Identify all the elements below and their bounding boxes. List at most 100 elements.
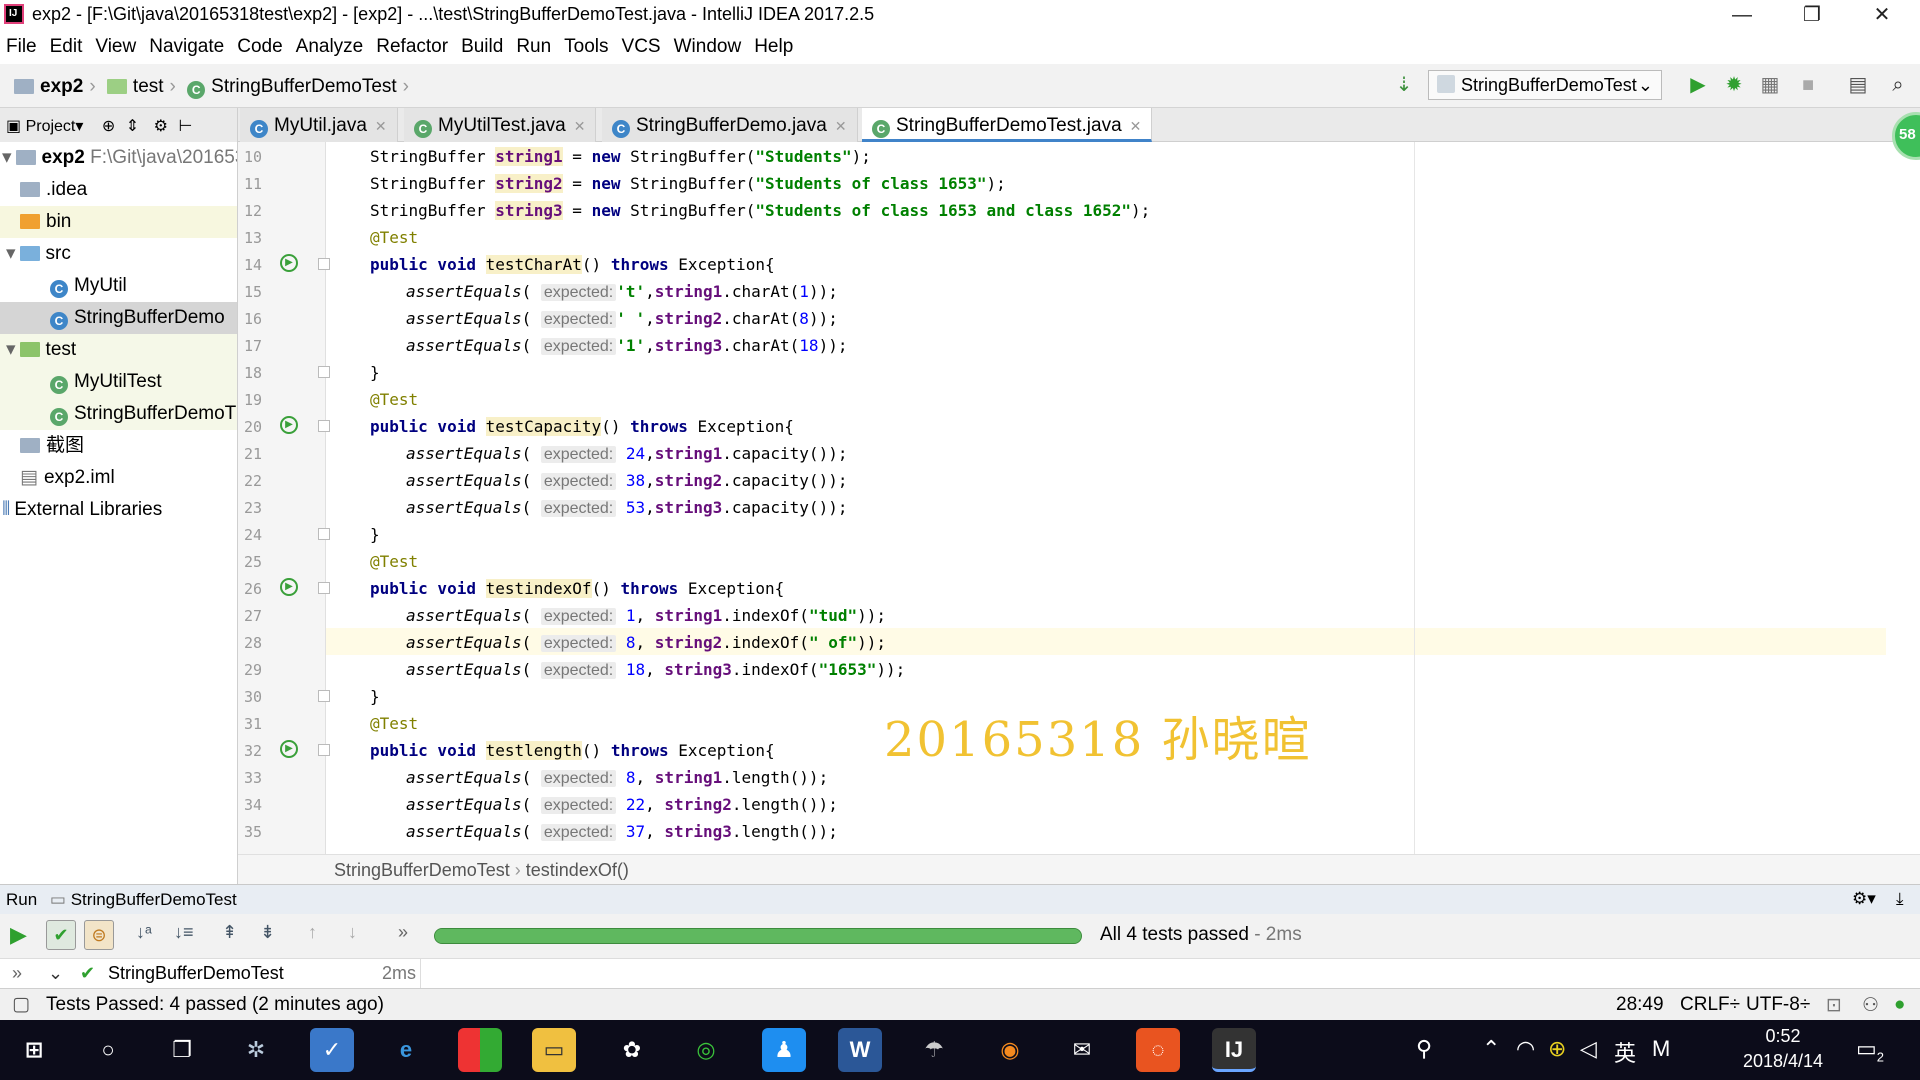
menu-run[interactable]: Run xyxy=(516,36,551,58)
line-separator[interactable]: CRLF÷ xyxy=(1680,994,1740,1016)
tree-item-idea[interactable]: .idea xyxy=(0,174,237,206)
menu-view[interactable]: View xyxy=(95,36,136,58)
chevron-down-icon[interactable]: ⌄ xyxy=(48,963,63,984)
system-clock[interactable]: 0:52 2018/4/14 xyxy=(1728,1024,1838,1074)
tree-item-myutiltest[interactable]: C MyUtilTest xyxy=(0,366,237,398)
people-icon[interactable]: ⚲ xyxy=(1416,1036,1432,1062)
run-configuration-select[interactable]: StringBufferDemoTest ⌄ xyxy=(1428,70,1662,100)
network-app-icon[interactable]: ✿ xyxy=(610,1028,654,1072)
inspector-icon[interactable]: ⚇ xyxy=(1862,994,1879,1017)
hide-panel-icon[interactable]: ⤓ xyxy=(1896,889,1904,909)
restore-button[interactable]: ❐ xyxy=(1782,0,1842,30)
tab-myutil[interactable]: C MyUtil.java ✕ xyxy=(240,108,398,142)
menu-analyze[interactable]: Analyze xyxy=(296,36,364,58)
tree-item-external-libraries[interactable]: ⦀ External Libraries xyxy=(0,494,237,526)
tree-item-stringbufferdemotest[interactable]: C StringBufferDemoT xyxy=(0,398,237,430)
previous-failed-icon[interactable]: ↑ xyxy=(308,922,317,943)
word-icon[interactable]: W xyxy=(838,1028,882,1072)
collapse-icon[interactable]: ⇕ xyxy=(126,118,139,135)
tree-item-iml[interactable]: ▤ exp2.iml xyxy=(0,462,237,494)
mail-icon[interactable]: ✉ xyxy=(1060,1028,1104,1072)
event-log-icon[interactable]: ● xyxy=(1894,994,1905,1016)
edge-browser-icon[interactable]: e xyxy=(384,1028,428,1072)
tab-stringbufferdemo[interactable]: C StringBufferDemo.java ✕ xyxy=(602,108,858,142)
lock-icon[interactable]: ⊡ xyxy=(1826,994,1842,1017)
chevron-up-icon[interactable]: ⌃ xyxy=(1482,1036,1500,1062)
tree-item-src[interactable]: ▾ src xyxy=(0,238,237,270)
qq-icon[interactable]: ♟ xyxy=(762,1028,806,1072)
ime-indicator[interactable]: 英 xyxy=(1614,1036,1636,1068)
collapse-all-icon[interactable]: ⇟ xyxy=(260,922,275,943)
crumb-project[interactable]: exp2 xyxy=(40,76,83,97)
menu-edit[interactable]: Edit xyxy=(50,36,83,58)
next-failed-icon[interactable]: ↓ xyxy=(348,922,357,943)
run-test-gutter-icon[interactable]: ▶ xyxy=(280,254,298,272)
run-test-gutter-icon[interactable]: ▶ xyxy=(280,416,298,434)
close-tab-icon[interactable]: ✕ xyxy=(1130,118,1142,134)
rerun-icon[interactable]: ▶ xyxy=(10,922,27,948)
project-view-select[interactable]: Project xyxy=(26,118,76,135)
settings-gear-icon[interactable]: ⚙▾ xyxy=(1852,889,1876,909)
stop-icon[interactable]: ■ xyxy=(1796,73,1820,97)
start-windows-icon[interactable]: ⊞ xyxy=(12,1028,56,1072)
close-tab-icon[interactable]: ✕ xyxy=(574,118,586,134)
intellij-taskbar-icon[interactable]: IJ xyxy=(1212,1028,1256,1072)
tab-stringbufferdemotest[interactable]: C StringBufferDemoTest.java ✕ xyxy=(862,108,1153,142)
wifi-icon[interactable]: ◠ xyxy=(1516,1036,1535,1062)
show-passed-icon[interactable]: ✔ xyxy=(46,920,76,950)
firefox-icon[interactable]: ◉ xyxy=(988,1028,1032,1072)
locate-icon[interactable]: ⊕ xyxy=(102,118,115,135)
crumb-file[interactable]: StringBufferDemoTest xyxy=(211,76,397,97)
fold-marker-icon[interactable] xyxy=(318,690,330,702)
tree-item-screenshots[interactable]: 截图 xyxy=(0,430,237,462)
notification-icon[interactable]: ▭2 xyxy=(1856,1036,1884,1064)
expand-all-icon[interactable]: ⇞ xyxy=(222,922,237,943)
tab-myutiltest[interactable]: C MyUtilTest.java ✕ xyxy=(404,108,597,142)
office-app-icon[interactable] xyxy=(458,1028,502,1072)
run-config-tab[interactable]: StringBufferDemoTest xyxy=(71,890,237,909)
fold-marker-icon[interactable] xyxy=(318,258,330,270)
fold-marker-icon[interactable] xyxy=(318,582,330,594)
paint-app-icon[interactable]: ☂ xyxy=(912,1028,956,1072)
minimize-button[interactable]: — xyxy=(1712,0,1772,30)
menu-code[interactable]: Code xyxy=(237,36,282,58)
menu-navigate[interactable]: Navigate xyxy=(149,36,224,58)
file-explorer-icon[interactable]: ▭ xyxy=(532,1028,576,1072)
menu-window[interactable]: Window xyxy=(674,36,742,58)
menu-build[interactable]: Build xyxy=(461,36,503,58)
panel-toggle-icon[interactable]: ▢ xyxy=(12,993,30,1016)
volume-icon[interactable]: ◁ xyxy=(1580,1036,1597,1062)
close-tab-icon[interactable]: ✕ xyxy=(835,118,847,134)
more-actions-icon[interactable]: » xyxy=(398,922,408,943)
cortana-icon[interactable]: ○ xyxy=(86,1028,130,1072)
task-view-icon[interactable]: ❐ xyxy=(160,1028,204,1072)
menu-vcs[interactable]: VCS xyxy=(622,36,661,58)
build-arrow-icon[interactable]: ⇣ xyxy=(1392,73,1416,97)
pinwheel-app-icon[interactable]: ✲ xyxy=(234,1028,278,1072)
fold-marker-icon[interactable] xyxy=(318,744,330,756)
menu-tools[interactable]: Tools xyxy=(564,36,608,58)
sort-duration-icon[interactable]: ↓≡ xyxy=(174,922,194,943)
file-encoding[interactable]: UTF-8÷ xyxy=(1746,994,1810,1016)
menu-help[interactable]: Help xyxy=(754,36,793,58)
show-ignored-icon[interactable]: ⊜ xyxy=(84,920,114,950)
app-tray-icon[interactable]: ⊕ xyxy=(1548,1036,1566,1062)
tree-item-test[interactable]: ▾ test xyxy=(0,334,237,366)
coverage-icon[interactable]: ▦ xyxy=(1758,73,1782,97)
wechat-icon[interactable]: ◎ xyxy=(684,1028,728,1072)
close-button[interactable]: ✕ xyxy=(1852,0,1912,30)
breadcrumb-method[interactable]: testindexOf() xyxy=(526,860,629,880)
run-tab-label[interactable]: Run xyxy=(6,890,37,909)
feishu-app-icon[interactable]: ✓ xyxy=(310,1028,354,1072)
project-structure-icon[interactable]: ▤ xyxy=(1846,73,1870,97)
fold-marker-icon[interactable] xyxy=(318,528,330,540)
ime-mode-icon[interactable]: M xyxy=(1652,1036,1670,1062)
hide-panel-icon[interactable]: ⊢ xyxy=(178,118,192,135)
sort-alpha-icon[interactable]: ↓ᵃ xyxy=(136,922,152,943)
tree-item-bin[interactable]: bin xyxy=(0,206,237,238)
run-test-gutter-icon[interactable]: ▶ xyxy=(280,740,298,758)
tree-item-stringbufferdemo[interactable]: C StringBufferDemo xyxy=(0,302,237,334)
menu-file[interactable]: File xyxy=(6,36,37,58)
fold-marker-icon[interactable] xyxy=(318,366,330,378)
debug-icon[interactable]: ✹ xyxy=(1722,73,1746,97)
